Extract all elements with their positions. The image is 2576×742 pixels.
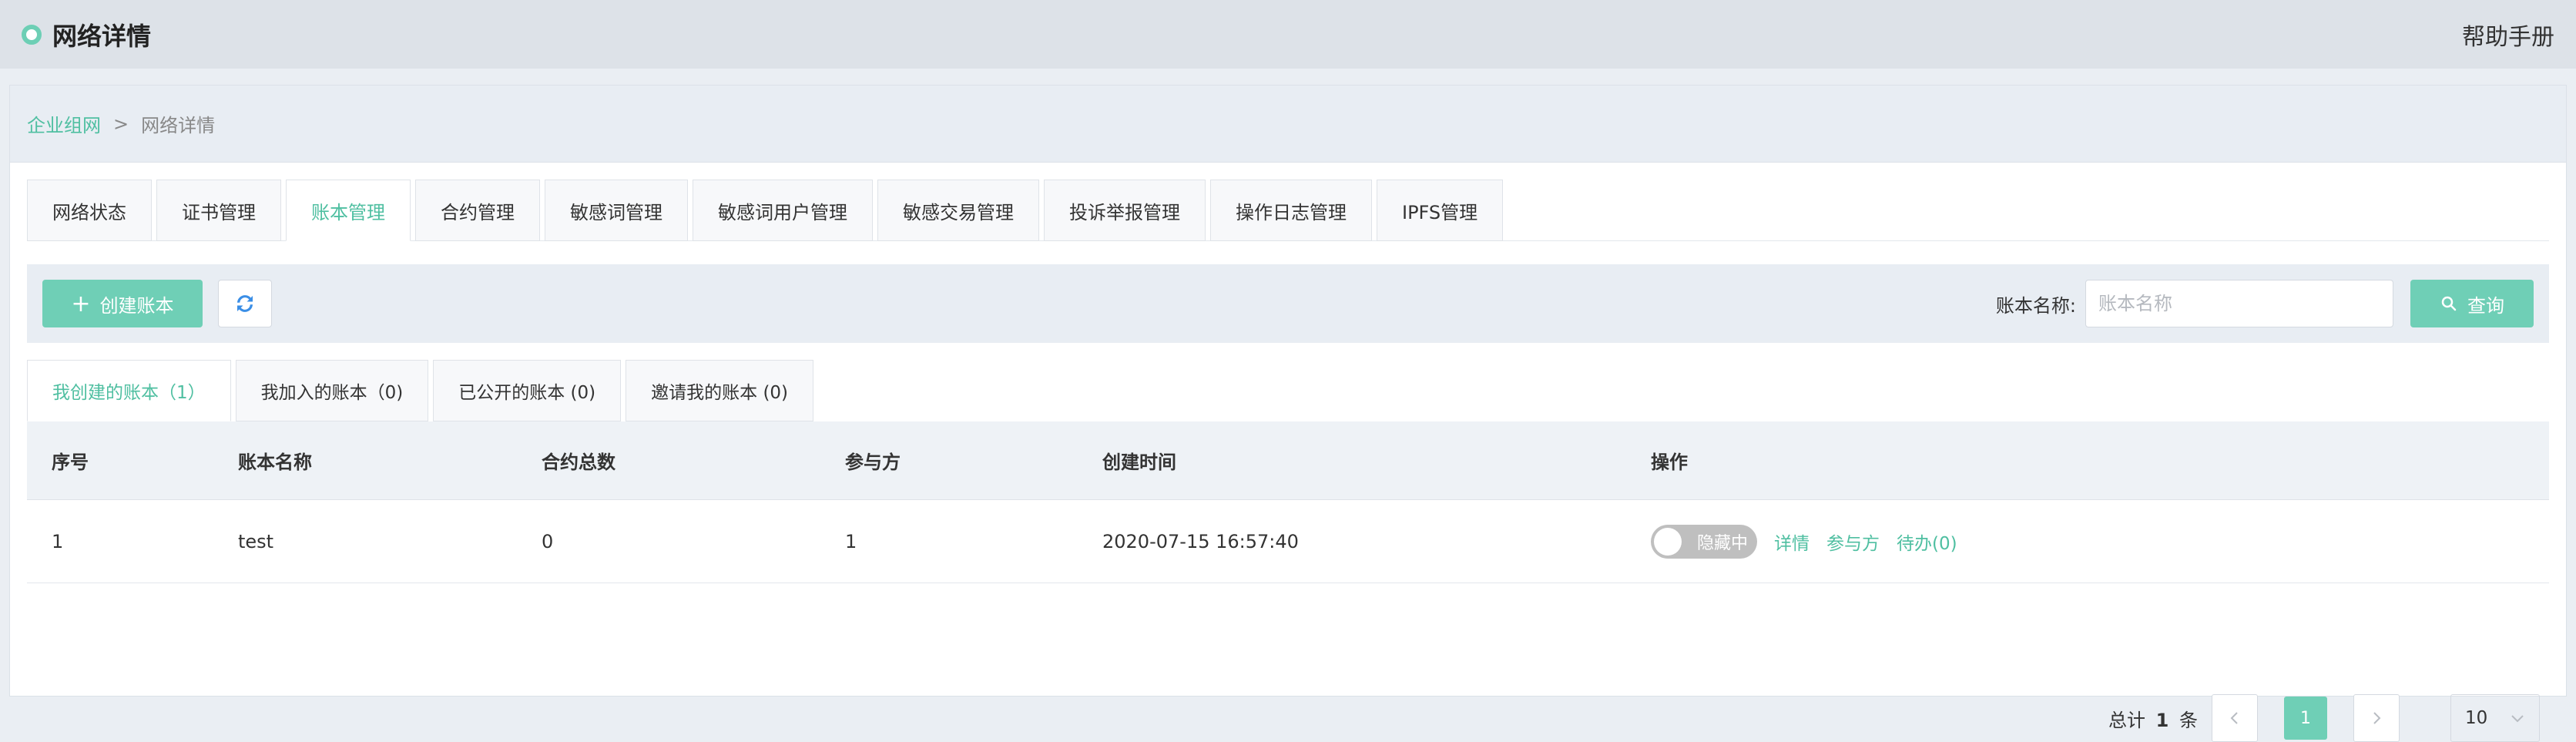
column-header-actions: 操作	[1651, 452, 1688, 473]
search-button[interactable]: 查询	[2410, 280, 2534, 327]
tab-certificates[interactable]: 证书管理	[156, 180, 281, 241]
search-button-label: 查询	[2467, 294, 2504, 317]
breadcrumb-current: 网络详情	[141, 115, 216, 136]
tab-sensitive-words[interactable]: 敏感词管理	[545, 180, 688, 241]
search-area: 账本名称: 查询	[1996, 280, 2534, 327]
toolbar: + 创建账本 账本名称: 查询	[27, 264, 2549, 343]
cell-index: 1	[52, 530, 64, 552]
tab-sensitive-word-users[interactable]: 敏感词用户管理	[693, 180, 873, 241]
pagination-total: 总计 1 条	[2108, 705, 2198, 732]
title-group: 网络详情	[22, 17, 151, 52]
cell-created: 2020-07-15 16:57:40	[1102, 530, 1299, 552]
create-ledger-button[interactable]: + 创建账本	[42, 280, 203, 327]
todo-link[interactable]: 待办(0)	[1897, 529, 1957, 555]
total-suffix: 条	[2179, 709, 2198, 731]
plus-icon: +	[71, 290, 91, 317]
status-dot-icon	[22, 24, 42, 45]
search-icon	[2441, 296, 2457, 311]
ledger-subtabs: 我创建的账本（1） 我加入的账本（0) 已公开的账本 (0) 邀请我的账本 (0…	[27, 360, 818, 421]
tab-contracts[interactable]: 合约管理	[415, 180, 540, 241]
subtab-public-ledgers[interactable]: 已公开的账本 (0)	[433, 360, 622, 421]
breadcrumb: 企业组网 > 网络详情	[10, 86, 2566, 163]
total-prefix: 总计	[2108, 709, 2146, 731]
refresh-button[interactable]	[218, 280, 272, 327]
breadcrumb-parent-link[interactable]: 企业组网	[27, 110, 101, 137]
details-link[interactable]: 详情	[1774, 529, 1810, 555]
main-card: 企业组网 > 网络详情 网络状态 证书管理 账本管理 合约管理 敏感词管理 敏感…	[9, 85, 2567, 742]
cell-name: test	[238, 530, 274, 552]
page-size-value: 10	[2465, 708, 2488, 728]
tab-network-status[interactable]: 网络状态	[27, 180, 152, 241]
table-row: 1 test 0 1 2020-07-15 16:57:40 隐藏中 详情 参与…	[27, 500, 2549, 583]
toggle-label: 隐藏中	[1696, 533, 1748, 553]
prev-page-button[interactable]	[2212, 694, 2258, 742]
subtab-joined-ledgers[interactable]: 我加入的账本（0)	[235, 360, 429, 421]
top-bar: 网络详情 帮助手册	[0, 0, 2576, 69]
next-page-button[interactable]	[2353, 694, 2400, 742]
table-header: 序号 账本名称 合约总数 参与方 创建时间 操作	[27, 421, 2549, 500]
column-header-index: 序号	[52, 452, 89, 473]
participants-link[interactable]: 参与方	[1826, 529, 1880, 555]
create-ledger-label: 创建账本	[99, 294, 174, 317]
tab-sensitive-transactions[interactable]: 敏感交易管理	[877, 180, 1039, 241]
breadcrumb-separator: >	[113, 112, 129, 135]
page-title: 网络详情	[52, 21, 152, 51]
help-manual-link[interactable]: 帮助手册	[2462, 18, 2554, 52]
column-header-participants: 参与方	[845, 452, 901, 473]
ledger-name-label: 账本名称:	[1995, 294, 2076, 317]
page-number-current[interactable]: 1	[2284, 697, 2327, 740]
page-size-select[interactable]: 10	[2450, 694, 2540, 742]
chevron-down-icon	[2511, 715, 2524, 723]
main-tabs: 网络状态 证书管理 账本管理 合约管理 敏感词管理 敏感词用户管理 敏感交易管理…	[27, 180, 2549, 241]
column-header-contracts: 合约总数	[542, 452, 615, 473]
tab-ledgers[interactable]: 账本管理	[286, 180, 411, 241]
subtab-created-ledgers[interactable]: 我创建的账本（1）	[27, 360, 231, 421]
chevron-left-icon	[2230, 712, 2238, 724]
refresh-icon	[237, 295, 253, 312]
cell-participants: 1	[845, 530, 857, 552]
total-count: 1	[2155, 709, 2169, 731]
cell-contracts: 0	[542, 530, 554, 552]
ledger-table: 序号 账本名称 合约总数 参与方 创建时间 操作 1 test 0 1 2020…	[27, 421, 2549, 583]
visibility-toggle[interactable]: 隐藏中	[1651, 524, 1757, 559]
tab-complaints[interactable]: 投诉举报管理	[1044, 180, 1206, 241]
cell-actions: 隐藏中 详情 参与方 待办(0)	[1651, 524, 2549, 559]
column-header-created: 创建时间	[1102, 452, 1176, 473]
ledger-name-input[interactable]	[2085, 280, 2393, 327]
subtab-invited-ledgers[interactable]: 邀请我的账本 (0)	[626, 360, 814, 421]
tab-ipfs[interactable]: IPFS管理	[1377, 180, 1504, 241]
pagination: 总计 1 条 1 10	[2108, 694, 2540, 742]
chevron-right-icon	[2373, 712, 2381, 724]
column-header-name: 账本名称	[238, 452, 312, 473]
tab-operation-logs[interactable]: 操作日志管理	[1210, 180, 1372, 241]
toggle-knob	[1654, 527, 1682, 556]
